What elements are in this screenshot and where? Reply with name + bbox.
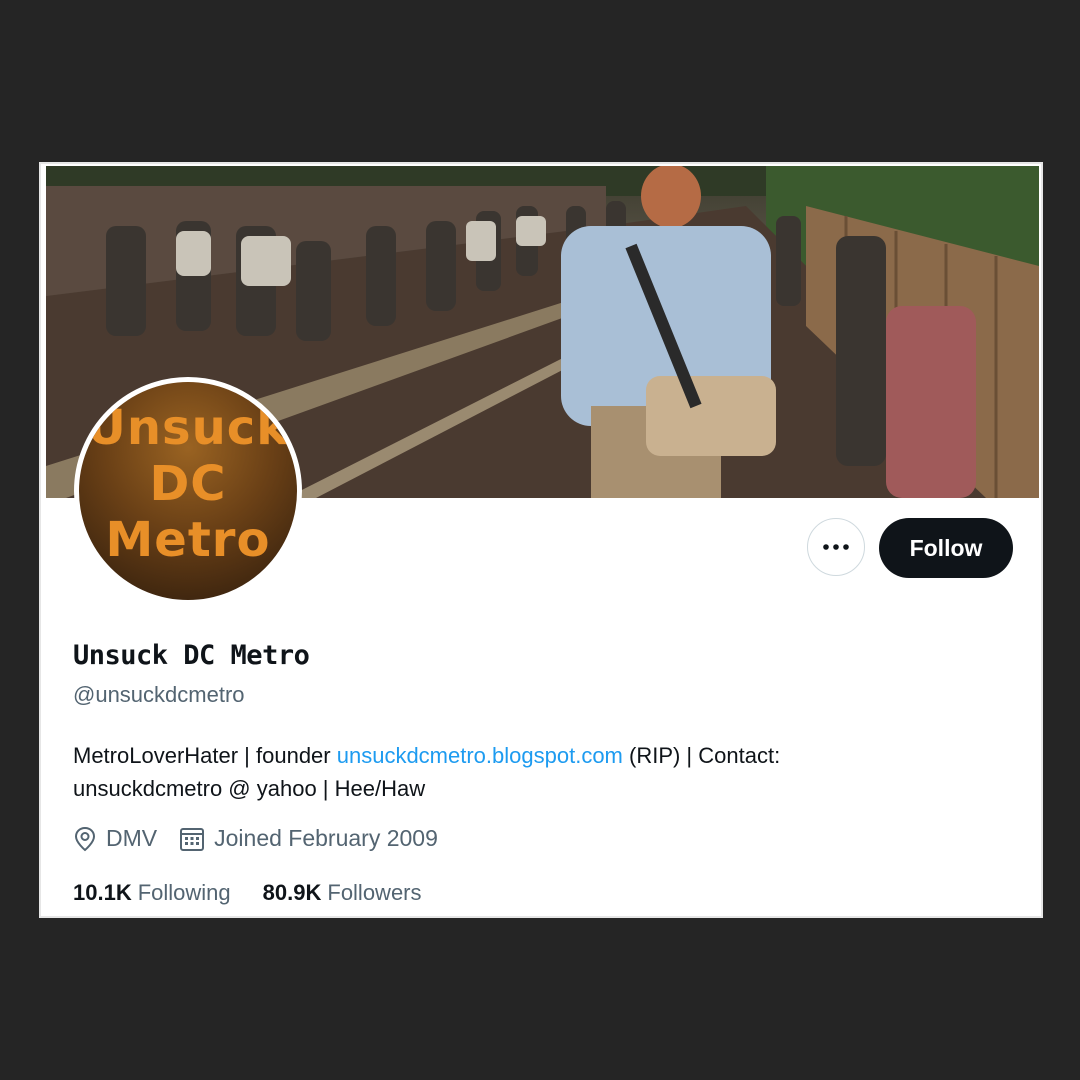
bio-text-prefix: MetroLoverHater | founder (73, 743, 337, 768)
location-text: DMV (106, 825, 158, 851)
followers-count: 80.9K (262, 880, 322, 905)
joined-date-text: Joined February 2009 (214, 825, 438, 851)
profile-card: Unsuck DC Metro Follow Unsuck DC Metro @… (39, 162, 1043, 918)
follow-stats: 10.1K Following 80.9K Followers (73, 880, 454, 906)
following-label: Following (137, 880, 231, 905)
profile-avatar[interactable]: Unsuck DC Metro (74, 377, 302, 605)
location-item: DMV (73, 825, 157, 852)
avatar-text-line-2: DC (149, 456, 227, 512)
following-count: 10.1K (73, 880, 132, 905)
bio-text-suffix: (RIP) | Contact: (622, 743, 781, 768)
followers-label: Followers (327, 880, 422, 905)
followers-link[interactable]: 80.9K Followers (263, 880, 422, 906)
following-link[interactable]: 10.1K Following (73, 880, 231, 906)
display-name: Unsuck DC Metro (73, 640, 310, 671)
more-horizontal-icon (823, 544, 849, 550)
more-options-button[interactable] (807, 518, 865, 576)
location-pin-icon (74, 826, 96, 851)
avatar-logo-text: Unsuck DC Metro (79, 400, 297, 568)
avatar-text-line-3: Metro (105, 512, 271, 568)
user-handle: @unsuckdcmetro (73, 682, 245, 707)
joined-item: Joined February 2009 (179, 825, 438, 852)
calendar-icon (180, 827, 205, 851)
follow-button[interactable]: Follow (879, 518, 1013, 578)
profile-bio: MetroLoverHater | founder unsuckdcmetro.… (73, 739, 973, 805)
avatar-text-line-1: Unsuck (86, 400, 290, 456)
bio-website-link[interactable]: unsuckdcmetro.blogspot.com (337, 743, 623, 768)
bio-text-line-2: unsuckdcmetro @ yahoo | Hee/Haw (73, 776, 426, 801)
profile-meta: DMV Joined February 2009 (73, 825, 460, 852)
